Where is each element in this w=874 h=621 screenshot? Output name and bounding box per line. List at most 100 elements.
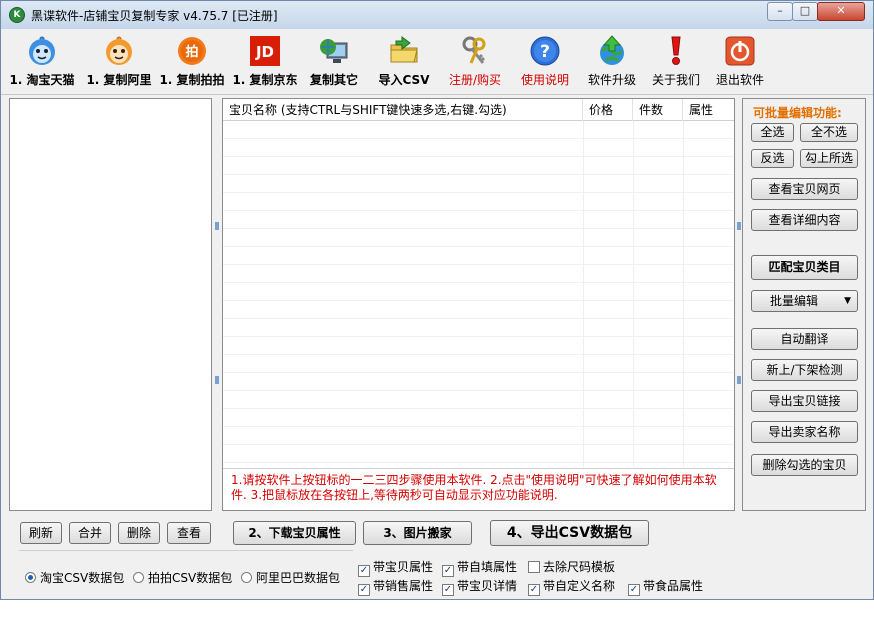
- taobao-mascot-icon: [29, 36, 55, 65]
- list-body[interactable]: [223, 121, 734, 467]
- auto-translate-button[interactable]: 自动翻译: [751, 328, 858, 350]
- checkbox-indicator: ✓: [628, 584, 640, 596]
- toolbar-paipai-button[interactable]: 拍 1. 复制拍拍: [156, 29, 228, 93]
- computer-globe-icon: [320, 39, 348, 63]
- export-links-button[interactable]: 导出宝贝链接: [751, 390, 858, 412]
- toolbar-label: 1. 淘宝天猫: [9, 73, 75, 87]
- toolbar-taobao-button[interactable]: 1. 淘宝天猫: [7, 29, 77, 93]
- power-icon: [725, 36, 755, 66]
- image-move-button[interactable]: 3、图片搬家: [363, 521, 472, 545]
- help-icon: ?: [530, 36, 560, 66]
- toolbar-import-csv-button[interactable]: 导入CSV: [373, 29, 435, 93]
- toolbar-about-button[interactable]: 关于我们: [645, 29, 707, 93]
- toolbar-label: 退出软件: [715, 73, 764, 87]
- batch-edit-title: 可批量编辑功能:: [753, 106, 842, 120]
- empty-row: [223, 445, 734, 463]
- empty-row: [223, 355, 734, 373]
- exclamation-icon: [671, 36, 681, 65]
- toolbar-label: 使用说明: [520, 73, 569, 87]
- radio-indicator: [25, 572, 36, 583]
- export-csv-button[interactable]: 4、导出CSV数据包: [490, 520, 649, 546]
- refresh-button[interactable]: 刷新: [20, 522, 62, 544]
- radio-indicator: [241, 572, 252, 583]
- column-header-quantity[interactable]: 件数: [633, 99, 683, 121]
- column-header-attributes[interactable]: 属性: [683, 99, 734, 121]
- category-tree-panel[interactable]: [9, 98, 212, 511]
- toolbar-exit-button[interactable]: 退出软件: [709, 29, 771, 93]
- splitter-grip: [737, 376, 741, 384]
- empty-row: [223, 229, 734, 247]
- close-button[interactable]: ✕: [817, 2, 865, 21]
- product-list[interactable]: 宝贝名称 (支持CTRL与SHIFT键快速多选,右键.勾选) 价格 件数 属性: [222, 98, 735, 511]
- checkbox-indicator: ✓: [358, 584, 370, 596]
- toolbar-label: 注册/购买: [448, 73, 502, 87]
- checkbox-sales-attributes[interactable]: ✓ 带销售属性: [358, 577, 433, 596]
- toolbar-register-button[interactable]: 注册/购买: [443, 29, 507, 93]
- bottom-actions: 刷新 合并 删除 查看 2、下载宝贝属性 3、图片搬家 4、导出CSV数据包: [9, 515, 866, 546]
- radio-taobao-csv[interactable]: 淘宝CSV数据包: [25, 569, 124, 586]
- toolbar-label: 1. 复制拍拍: [159, 73, 225, 87]
- checkbox-indicator: ✓: [442, 565, 454, 577]
- select-none-button[interactable]: 全不选: [800, 123, 858, 142]
- view-button[interactable]: 查看: [167, 522, 211, 544]
- column-header-price[interactable]: 价格: [583, 99, 633, 121]
- window-title: 黑谍软件-店铺宝贝复制专家 v4.75.7 [已注册]: [31, 9, 278, 23]
- shelf-check-button[interactable]: 新上/下架检测: [751, 359, 858, 381]
- checkbox-indicator: ✓: [442, 584, 454, 596]
- app-window: K 黑谍软件-店铺宝贝复制专家 v4.75.7 [已注册] – □ ✕ 1. 淘…: [0, 0, 874, 600]
- checkbox-product-detail[interactable]: ✓ 带宝贝详情: [442, 577, 517, 596]
- jd-icon-text: JD: [255, 43, 274, 61]
- empty-row: [223, 283, 734, 301]
- empty-row: [223, 319, 734, 337]
- merge-button[interactable]: 合并: [69, 522, 111, 544]
- checkbox-custom-attributes[interactable]: ✓ 带自填属性: [442, 558, 517, 577]
- list-header: 宝贝名称 (支持CTRL与SHIFT键快速多选,右键.勾选) 价格 件数 属性: [223, 99, 734, 121]
- empty-row: [223, 391, 734, 409]
- batch-edit-panel: 可批量编辑功能: 全选 全不选 反选 勾上所选 查看宝贝网页 查看详细内容 匹配…: [742, 98, 866, 511]
- delete-checked-button[interactable]: 删除勾选的宝贝: [751, 454, 858, 476]
- toolbar-jd-button[interactable]: JD 1. 复制京东: [229, 29, 301, 93]
- splitter-grip: [215, 222, 219, 230]
- view-product-page-button[interactable]: 查看宝贝网页: [751, 178, 858, 200]
- radio-alibaba-package[interactable]: 阿里巴巴数据包: [241, 569, 340, 586]
- left-splitter[interactable]: [214, 98, 220, 511]
- keys-icon: [462, 36, 486, 64]
- checkbox-label: 带自定义名称: [543, 579, 616, 593]
- check-selected-button[interactable]: 勾上所选: [800, 149, 858, 168]
- dropdown-arrow-icon: ▼: [844, 296, 851, 306]
- toolbar-help-button[interactable]: ? 使用说明: [514, 29, 576, 93]
- delete-button[interactable]: 删除: [118, 522, 160, 544]
- maximize-button[interactable]: □: [792, 2, 818, 21]
- radio-paipai-csv[interactable]: 拍拍CSV数据包: [133, 569, 232, 586]
- checkbox-custom-name[interactable]: ✓ 带自定义名称: [528, 577, 615, 596]
- match-category-button[interactable]: 匹配宝贝类目: [751, 255, 858, 280]
- toolbar-ali-button[interactable]: 1. 复制阿里: [83, 29, 155, 93]
- toolbar-upgrade-button[interactable]: 软件升级: [581, 29, 643, 93]
- checkbox-remove-size-template[interactable]: 去除尺码模板: [528, 558, 615, 575]
- checkbox-indicator: [528, 561, 540, 573]
- radio-label: 拍拍CSV数据包: [148, 571, 233, 585]
- checkbox-product-attributes[interactable]: ✓ 带宝贝属性: [358, 558, 433, 577]
- toolbar-other-button[interactable]: 复制其它: [303, 29, 365, 93]
- empty-row: [223, 373, 734, 391]
- column-header-name[interactable]: 宝贝名称 (支持CTRL与SHIFT键快速多选,右键.勾选): [223, 99, 583, 121]
- select-all-button[interactable]: 全选: [751, 123, 794, 142]
- view-detail-button[interactable]: 查看详细内容: [751, 209, 858, 231]
- toolbar-label: 关于我们: [651, 73, 700, 87]
- empty-row: [223, 121, 734, 139]
- empty-row: [223, 193, 734, 211]
- checkbox-food-attributes[interactable]: ✓ 带食品属性: [628, 577, 703, 596]
- toolbar-label: 导入CSV: [378, 73, 430, 87]
- batch-edit-dropdown[interactable]: 批量编辑 ▼: [751, 290, 858, 312]
- checkbox-label: 带宝贝详情: [457, 579, 518, 593]
- empty-row: [223, 157, 734, 175]
- folder-import-icon: [390, 36, 418, 63]
- download-attributes-button[interactable]: 2、下载宝贝属性: [233, 521, 356, 545]
- title-bar: K 黑谍软件-店铺宝贝复制专家 v4.75.7 [已注册] – □ ✕: [1, 1, 873, 29]
- export-sellers-button[interactable]: 导出卖家名称: [751, 421, 858, 443]
- minimize-button[interactable]: –: [767, 2, 793, 21]
- invert-selection-button[interactable]: 反选: [751, 149, 794, 168]
- paipai-icon-text: 拍: [185, 44, 198, 60]
- empty-row: [223, 409, 734, 427]
- toolbar-label: 1. 复制京东: [232, 73, 298, 87]
